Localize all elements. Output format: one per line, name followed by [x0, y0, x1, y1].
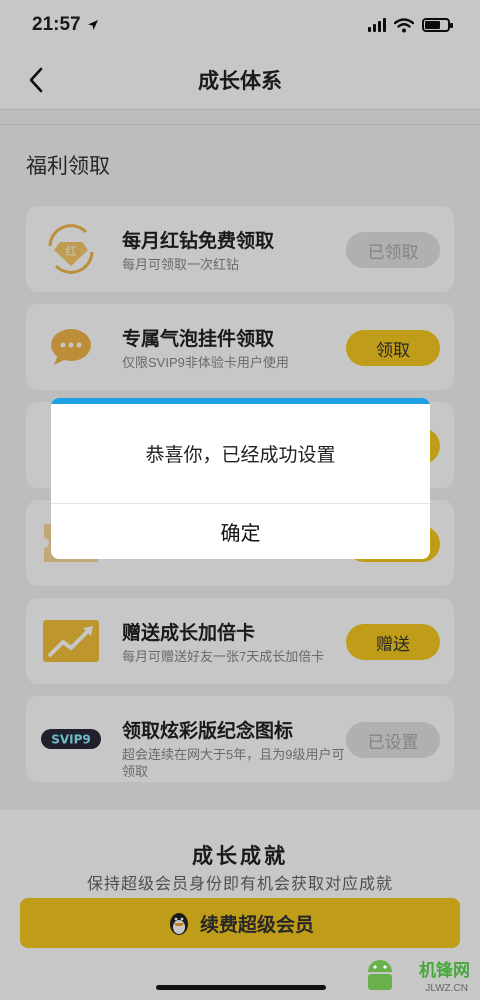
watermark: 机锋网 JLWZ.CN — [362, 954, 474, 996]
android-logo-icon — [368, 960, 392, 990]
confirm-button[interactable]: 确定 — [51, 504, 430, 559]
success-dialog: 恭喜你，已经成功设置 确定 — [51, 398, 430, 559]
watermark-text: 机锋网 — [419, 961, 470, 980]
dialog-message: 恭喜你，已经成功设置 — [51, 404, 430, 504]
home-indicator — [156, 985, 326, 990]
watermark-url: JLWZ.CN — [425, 983, 468, 994]
